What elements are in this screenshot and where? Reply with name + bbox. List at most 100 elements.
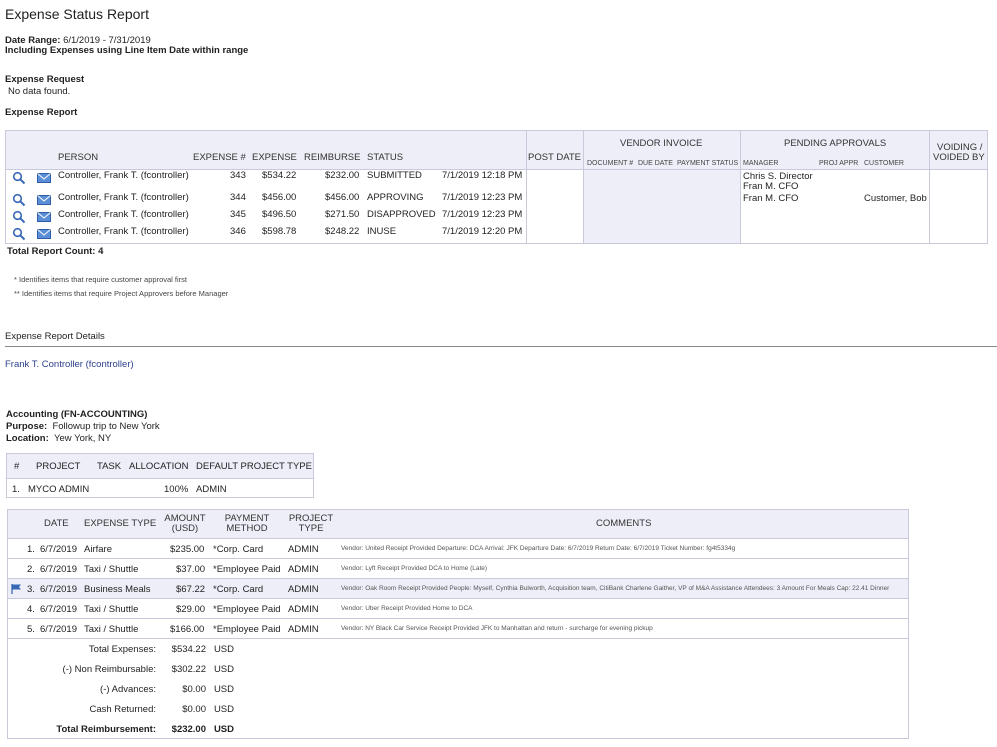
header-customer: CUSTOMER — [864, 160, 904, 167]
row-person[interactable]: Controller, Frank T. (fcontroller) — [58, 170, 189, 181]
row-expense: $496.50 — [262, 209, 297, 220]
total-value: $0.00 — [182, 684, 206, 695]
magnifier-icon[interactable] — [12, 227, 26, 241]
line-project-type: ADMIN — [288, 604, 319, 615]
line-comment: Vendor: NY Black Car Service Receipt Pro… — [341, 625, 653, 632]
header-default-project-type: DEFAULT PROJECT TYPE — [196, 461, 312, 472]
expense-line-row: 1. 6/7/2019 Airfare $235.00 *Corp. Card … — [8, 539, 908, 559]
row-status: INUSE — [367, 226, 397, 237]
row-expense-no: 345 — [230, 209, 246, 220]
header-status: STATUS — [367, 152, 404, 163]
row-date: 7/1/2019 12:18 PM — [442, 170, 523, 181]
header-payment-method: PAYMENT METHOD — [224, 513, 270, 534]
line-no: 1. — [27, 544, 35, 555]
line-type: Taxi / Shuttle — [84, 564, 139, 575]
magnifier-icon[interactable] — [12, 171, 26, 185]
total-label: Total Expenses: — [88, 644, 156, 655]
department: Accounting (FN-ACCOUNTING) — [6, 409, 148, 420]
header-proj-appr: PROJ APPR — [819, 160, 859, 167]
total-value: $302.22 — [171, 664, 206, 675]
project-row-allocation: 100% — [164, 484, 189, 495]
total-unit: USD — [213, 684, 234, 695]
advances-row: (-) Advances: $0.00 USD — [8, 679, 238, 699]
header-payment-status: PAYMENT STATUS — [677, 160, 739, 167]
total-report-count: Total Report Count: 4 — [7, 246, 104, 257]
row-reimburse: $232.00 — [325, 170, 360, 181]
total-unit: USD — [213, 664, 234, 675]
expense-line-row: 5. 6/7/2019 Taxi / Shuttle $166.00 *Empl… — [8, 619, 908, 639]
expense-line-row: 4. 6/7/2019 Taxi / Shuttle $29.00 *Emplo… — [8, 599, 908, 619]
expense-lines-table: DATE EXPENSE TYPE AMOUNT (USD) PAYMENT MET… — [7, 509, 909, 739]
approval-manager: Fran M. CFO — [743, 181, 799, 192]
header-allocation: ALLOCATION — [129, 461, 189, 472]
line-amount: $37.00 — [176, 564, 206, 575]
magnifier-icon[interactable] — [12, 210, 26, 224]
row-person[interactable]: Controller, Frank T. (fcontroller) — [58, 226, 189, 237]
row-expense-no: 346 — [230, 226, 246, 237]
report-row: Controller, Frank T. (fcontroller) 345 $… — [6, 209, 526, 226]
line-amount: $166.00 — [170, 624, 205, 635]
line-date: 6/7/2019 — [40, 604, 77, 615]
report-row: Controller, Frank T. (fcontroller) 344 $… — [6, 192, 526, 209]
envelope-icon[interactable] — [37, 173, 51, 183]
envelope-icon[interactable] — [37, 229, 51, 239]
line-method: *Employee Paid — [213, 564, 281, 575]
envelope-icon[interactable] — [37, 195, 51, 205]
expense-request-empty: No data found. — [8, 86, 71, 97]
line-no: 4. — [27, 604, 35, 615]
header-task: TASK — [97, 461, 122, 472]
line-project-type: ADMIN — [288, 564, 319, 575]
header-project: PROJECT — [36, 461, 81, 472]
header-manager: MANAGER — [743, 160, 779, 167]
total-expenses-row: Total Expenses: $534.22 USD — [8, 639, 238, 659]
report-body-postdate — [526, 169, 583, 243]
expense-lines-head: DATE EXPENSE TYPE AMOUNT (USD) PAYMENT MET… — [8, 510, 908, 539]
line-comment: Vendor: Lyft Receipt Provided DCA to Hom… — [341, 565, 488, 572]
line-date: 6/7/2019 — [40, 564, 77, 575]
row-date: 7/1/2019 12:23 PM — [442, 192, 523, 203]
line-comment: Vendor: Uber Receipt Provided Home to DC… — [341, 605, 473, 612]
header-amount: AMOUNT (USD) — [164, 513, 206, 534]
line-type: Taxi / Shuttle — [84, 624, 139, 635]
magnifier-icon[interactable] — [12, 193, 26, 207]
total-label: Total Reimbursement: — [56, 724, 156, 735]
location-value: Yew York, NY — [54, 433, 112, 444]
flag-icon[interactable] — [11, 584, 22, 594]
line-no: 5. — [27, 624, 35, 635]
header-document-no: DOCUMENT # — [587, 160, 634, 167]
section-divider — [5, 346, 997, 347]
total-label: Cash Returned: — [89, 704, 156, 715]
approval-customer: Customer, Bob — [864, 193, 927, 204]
line-amount: $67.22 — [176, 584, 206, 595]
expense-report-title: Expense Report — [5, 107, 78, 118]
line-type: Taxi / Shuttle — [84, 604, 139, 615]
row-expense: $598.78 — [262, 226, 297, 237]
line-project-type: ADMIN — [288, 544, 319, 555]
project-row-type: ADMIN — [196, 484, 227, 495]
line-item-note: Including Expenses using Line Item Date … — [5, 45, 249, 56]
expense-line-row: 3. 6/7/2019 Business Meals $67.22 *Corp.… — [8, 579, 908, 599]
cash-returned-row: Cash Returned: $0.00 USD — [8, 699, 238, 719]
row-person[interactable]: Controller, Frank T. (fcontroller) — [58, 209, 189, 220]
non-reimbursable-row: (-) Non Reimbursable: $302.22 USD — [8, 659, 238, 679]
line-amount: $29.00 — [176, 604, 206, 615]
total-reimbursement-row: Total Reimbursement: $232.00 USD — [8, 719, 238, 739]
location: Location: Yew York, NY — [6, 433, 111, 444]
row-reimburse: $248.22 — [325, 226, 360, 237]
envelope-icon[interactable] — [37, 212, 51, 222]
project-row-project: MYCO ADMIN — [28, 484, 90, 495]
row-expense-no: 344 — [230, 192, 246, 203]
line-date: 6/7/2019 — [40, 544, 77, 555]
header-person: PERSON — [58, 152, 99, 163]
expense-report-table: PERSON EXPENSE # EXPENSE REIMBURSE STATU… — [5, 130, 988, 244]
col-divider — [740, 131, 741, 243]
project-table: # PROJECT TASK ALLOCATION DEFAULT PROJEC… — [6, 453, 314, 498]
row-reimburse: $271.50 — [325, 209, 360, 220]
location-label: Location: — [6, 433, 49, 444]
project-table-head: # PROJECT TASK ALLOCATION DEFAULT PROJEC… — [7, 454, 313, 479]
person-link[interactable]: Frank T. Controller (fcontroller) — [5, 359, 134, 370]
row-person[interactable]: Controller, Frank T. (fcontroller) — [58, 192, 189, 203]
total-value: $0.00 — [182, 704, 206, 715]
purpose-value: Followup trip to New York — [52, 421, 160, 432]
project-row-no: 1. — [12, 484, 20, 495]
